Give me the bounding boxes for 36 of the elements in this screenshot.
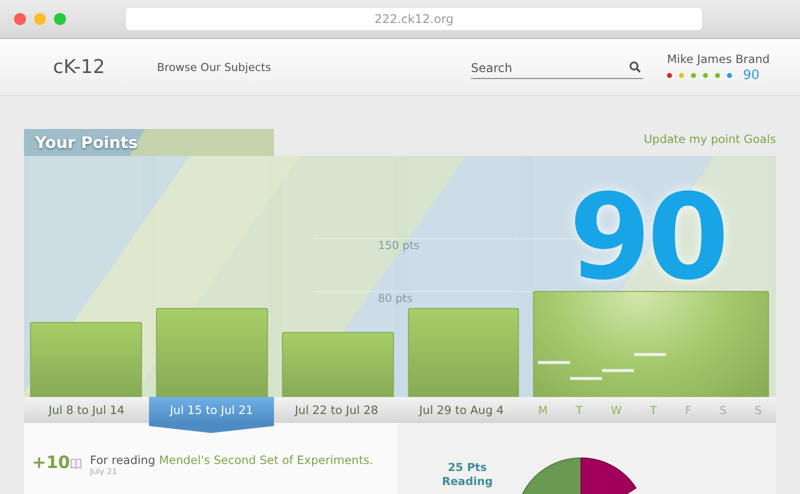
search-icon[interactable] — [629, 61, 641, 73]
search-field[interactable]: Search — [471, 58, 643, 78]
tab-pointer-icon — [149, 423, 274, 433]
week-tab[interactable]: Jul 22 to Jul 28 — [274, 397, 399, 423]
gridline-label: 150 pts — [314, 238, 578, 252]
points-earned: +10 — [32, 453, 70, 473]
day-label: S — [720, 402, 727, 418]
breakdown-points: 25 Pts — [448, 461, 487, 475]
week-tab[interactable]: Jul 8 to Jul 14 — [24, 397, 149, 423]
points-title: Your Points — [34, 133, 138, 152]
user-points: 90 — [743, 68, 760, 82]
day-label: T — [650, 402, 657, 418]
zoom-window-icon[interactable] — [54, 13, 66, 25]
week-bar[interactable] — [156, 308, 268, 397]
day-label: M — [538, 402, 548, 418]
update-goals-link[interactable]: Update my point Goals — [644, 132, 776, 146]
close-window-icon[interactable] — [14, 13, 26, 25]
minimize-window-icon[interactable] — [34, 13, 46, 25]
user-name[interactable]: Mike James Brand — [667, 52, 770, 66]
week-tab[interactable]: Jul 29 to Aug 4 — [399, 397, 524, 423]
book-icon — [70, 458, 82, 469]
day-label: F — [684, 402, 692, 418]
week-bar[interactable] — [30, 322, 142, 397]
day-label: S — [754, 402, 762, 418]
activity-text: For reading Mendel's Second Set of Experiments. — [90, 453, 373, 467]
week-bar[interactable] — [282, 332, 394, 397]
day-label: W — [610, 402, 622, 418]
breakdown-category: Reading — [442, 475, 493, 489]
site-logo[interactable]: cK-12 — [53, 56, 157, 78]
lesson-link[interactable]: Mendel's Second Set of Experiments. — [158, 453, 373, 467]
address-bar[interactable]: 222.ck12.org — [126, 8, 702, 30]
browse-subjects-link[interactable]: Browse Our Subjects — [157, 60, 471, 74]
activity-date: July 21 — [90, 467, 118, 476]
day-label: T — [576, 402, 583, 418]
week-bar[interactable] — [408, 308, 520, 397]
week-tab[interactable]: Jul 15 to Jul 21 — [149, 397, 274, 423]
